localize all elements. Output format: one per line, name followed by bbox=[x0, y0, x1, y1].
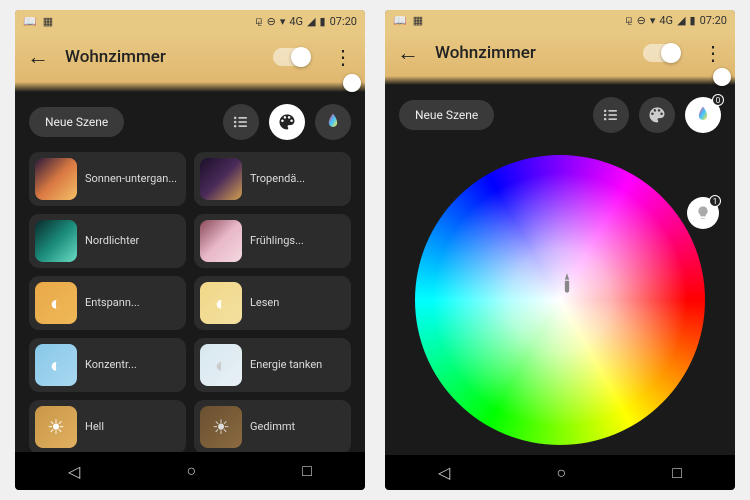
scene-card[interactable]: ☀ Hell bbox=[29, 400, 186, 452]
app-icon: ▦ bbox=[43, 15, 53, 28]
palette-button[interactable] bbox=[639, 97, 675, 133]
toolbar: Neue Szene 0 bbox=[385, 85, 735, 145]
scene-label: Lesen bbox=[250, 296, 279, 309]
network-label: 4G bbox=[289, 15, 303, 28]
header: ← Wohnzimmer ⋮ bbox=[15, 32, 365, 82]
bluetooth-icon: ⚼ bbox=[625, 13, 633, 27]
nav-bar: ◁ ○ □ bbox=[15, 452, 365, 490]
scene-card[interactable]: Sonnen-untergan... bbox=[29, 152, 186, 206]
signal-icon: ◢ bbox=[677, 14, 685, 27]
phone-color: 📖 ▦ ⚼ ⊖ ▾ 4G ◢ ▮ 07:20 ← Wohnzimmer ⋮ Ne… bbox=[385, 10, 735, 490]
more-icon[interactable]: ⋮ bbox=[333, 45, 353, 69]
nav-home-icon[interactable]: ○ bbox=[186, 461, 196, 481]
book-icon: 📖 bbox=[393, 14, 407, 27]
scene-card[interactable]: ◐ Entspann... bbox=[29, 276, 186, 330]
dnd-icon: ⊖ bbox=[267, 15, 276, 28]
brightness-slider[interactable] bbox=[385, 76, 735, 85]
scene-thumb: ◐ bbox=[200, 344, 242, 386]
palette-button[interactable] bbox=[269, 104, 305, 140]
scene-label: Entspann... bbox=[85, 296, 140, 309]
new-scene-button[interactable]: Neue Szene bbox=[399, 100, 494, 130]
header: ← Wohnzimmer ⋮ bbox=[385, 30, 735, 76]
scene-thumb bbox=[200, 220, 242, 262]
nav-back-icon[interactable]: ◁ bbox=[438, 463, 450, 482]
brightness-thumb[interactable] bbox=[343, 74, 361, 92]
scene-thumb bbox=[35, 220, 77, 262]
scene-card[interactable]: ☀ Gedimmt bbox=[194, 400, 351, 452]
clock: 07:20 bbox=[330, 15, 357, 28]
scene-thumb: ◐ bbox=[35, 282, 77, 324]
color-wheel[interactable] bbox=[415, 155, 705, 445]
back-icon[interactable]: ← bbox=[397, 40, 419, 66]
scene-card[interactable]: Frühlings... bbox=[194, 214, 351, 268]
clock: 07:20 bbox=[700, 14, 727, 27]
scene-label: Sonnen-untergan... bbox=[85, 172, 177, 185]
nav-back-icon[interactable]: ◁ bbox=[68, 462, 80, 481]
scene-label: Konzentr... bbox=[85, 358, 137, 371]
palette-badge: 0 bbox=[712, 94, 724, 106]
scene-thumb: ◐ bbox=[200, 282, 242, 324]
nav-recent-icon[interactable]: □ bbox=[672, 463, 682, 483]
room-title: Wohnzimmer bbox=[435, 43, 627, 63]
scene-label: Hell bbox=[85, 420, 104, 433]
battery-icon: ▮ bbox=[690, 14, 696, 27]
network-label: 4G bbox=[659, 14, 673, 27]
brightness-thumb[interactable] bbox=[713, 68, 731, 86]
phone-scenes: 📖 ▦ ⚼ ⊖ ▾ 4G ◢ ▮ 07:20 ← Wohnzimmer ⋮ Ne… bbox=[15, 10, 365, 490]
color-marker-icon[interactable] bbox=[554, 271, 580, 297]
color-wheel-button[interactable] bbox=[315, 104, 351, 140]
nav-recent-icon[interactable]: □ bbox=[302, 461, 312, 481]
wifi-icon: ▾ bbox=[650, 14, 656, 27]
scene-label: Energie tanken bbox=[250, 358, 322, 371]
color-area: 1 bbox=[385, 145, 735, 455]
color-wheel-button[interactable]: 0 bbox=[685, 97, 721, 133]
scene-thumb: ◐ bbox=[35, 344, 77, 386]
nav-home-icon[interactable]: ○ bbox=[556, 463, 566, 483]
dnd-icon: ⊖ bbox=[637, 14, 646, 27]
list-view-button[interactable] bbox=[593, 97, 629, 133]
scene-card[interactable]: Tropendä... bbox=[194, 152, 351, 206]
room-toggle[interactable] bbox=[273, 48, 309, 66]
book-icon: 📖 bbox=[23, 15, 37, 28]
scene-thumb: ☀ bbox=[35, 406, 77, 448]
scene-label: Gedimmt bbox=[250, 420, 295, 433]
bluetooth-icon: ⚼ bbox=[255, 14, 263, 28]
nav-bar: ◁ ○ □ bbox=[385, 455, 735, 490]
scene-grid: Sonnen-untergan... Tropendä... Nordlichter… bbox=[15, 152, 365, 452]
more-icon[interactable]: ⋮ bbox=[703, 41, 723, 65]
status-bar: 📖 ▦ ⚼ ⊖ ▾ 4G ◢ ▮ 07:20 bbox=[385, 10, 735, 30]
scene-thumb: ☀ bbox=[200, 406, 242, 448]
scene-card[interactable]: ◐ Lesen bbox=[194, 276, 351, 330]
scene-label: Nordlichter bbox=[85, 234, 139, 247]
scene-label: Frühlings... bbox=[250, 234, 304, 247]
signal-icon: ◢ bbox=[307, 15, 315, 28]
brightness-slider[interactable] bbox=[15, 82, 365, 92]
new-scene-button[interactable]: Neue Szene bbox=[29, 107, 124, 137]
scene-thumb bbox=[200, 158, 242, 200]
room-title: Wohnzimmer bbox=[65, 47, 257, 67]
scene-card[interactable]: Nordlichter bbox=[29, 214, 186, 268]
wifi-icon: ▾ bbox=[280, 15, 286, 28]
battery-icon: ▮ bbox=[320, 15, 326, 28]
scene-thumb bbox=[35, 158, 77, 200]
toolbar: Neue Szene bbox=[15, 92, 365, 152]
scene-card[interactable]: ◐ Konzentr... bbox=[29, 338, 186, 392]
list-view-button[interactable] bbox=[223, 104, 259, 140]
scene-card[interactable]: ◐ Energie tanken bbox=[194, 338, 351, 392]
room-toggle[interactable] bbox=[643, 44, 679, 62]
scene-label: Tropendä... bbox=[250, 172, 305, 185]
bulb-indicator[interactable]: 1 bbox=[687, 197, 719, 229]
bulb-badge: 1 bbox=[709, 195, 721, 207]
status-bar: 📖 ▦ ⚼ ⊖ ▾ 4G ◢ ▮ 07:20 bbox=[15, 10, 365, 32]
app-icon: ▦ bbox=[413, 14, 423, 27]
back-icon[interactable]: ← bbox=[27, 44, 49, 70]
